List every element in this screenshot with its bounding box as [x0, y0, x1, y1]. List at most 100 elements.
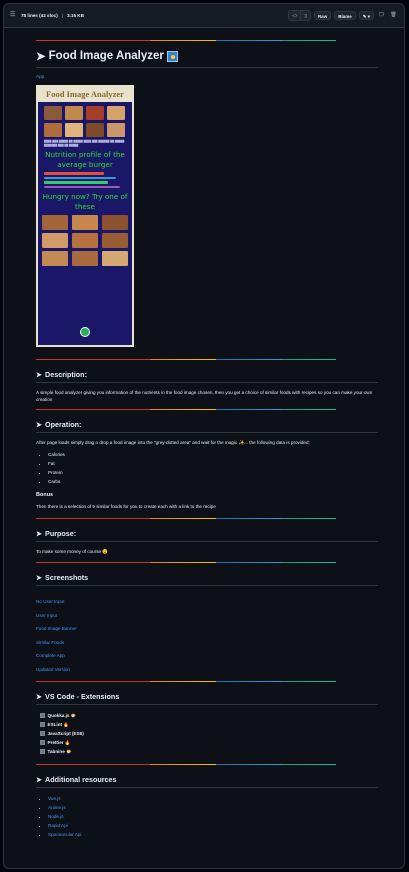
list-item: Prettier 🔥	[40, 738, 378, 747]
extension-name: JavaScript (ES6)	[47, 731, 84, 736]
page-title: ➤ Food Image Analyzer	[36, 49, 378, 68]
file-size: 3.15 KB	[67, 13, 84, 18]
resource-link[interactable]: Vue.js	[48, 796, 61, 801]
similar-foods-grid	[38, 212, 132, 269]
nutrient-list: Calories Fat Protein Carbs	[36, 450, 378, 486]
extension-name: Quokka.js 🐡	[47, 713, 77, 718]
similar-food-thumbnail	[72, 251, 98, 267]
screenshots-heading-text: Screenshots	[45, 573, 89, 582]
checkbox-icon	[40, 722, 45, 727]
screenshot-links: No User Input User Input Food Image Bann…	[36, 592, 378, 673]
checkbox-icon	[40, 740, 45, 745]
operation-text: After page loads simply drag n drop a fo…	[36, 440, 310, 445]
nutrition-bar	[44, 172, 104, 175]
resource-link[interactable]: Rapid Api	[48, 823, 68, 828]
similar-food-thumbnail	[42, 233, 68, 249]
toolbar-actions: <> ▯ Raw Blame ✎ ▾ ❐ 🗑	[288, 10, 398, 21]
vscode-heading: ➤ VS Code - Extensions	[36, 692, 378, 705]
nutrition-bar	[44, 176, 116, 180]
food-thumbnail	[44, 123, 62, 137]
arrow-icon: ➤	[36, 420, 43, 429]
list-item: Spoonacular Api	[48, 830, 378, 839]
preview-caption: ▓▓▓▓ ▓▓▓ ▓▓▓▓▓ ▓▓ ▓▓▓▓▓ ▓▓▓▓ ▓▓▓ ▓▓▓▓▓▓ …	[44, 140, 125, 147]
purpose-text: To make some money of course 😉	[36, 549, 109, 554]
resource-link[interactable]: Node.js	[48, 814, 64, 819]
resources-heading-text: Additional resources	[45, 775, 117, 784]
rainbow-divider	[36, 562, 336, 563]
resource-link[interactable]: Anime.js	[48, 805, 66, 810]
hungry-heading: Hungry now? Try one of these	[42, 192, 128, 212]
blame-button[interactable]: Blame	[334, 11, 356, 20]
resource-link[interactable]: Spoonacular Api	[48, 832, 81, 837]
similar-food-thumbnail	[102, 251, 128, 267]
nutrition-bar	[44, 181, 108, 184]
app-preview-image[interactable]: Food Image Analyzer ▓▓▓▓ ▓▓▓ ▓▓▓▓▓ ▓▓ ▓▓…	[36, 85, 134, 347]
list-item: Calories	[48, 450, 378, 459]
rainbow-divider	[36, 359, 336, 360]
bonus-text: Then there is a selection of 9 similar f…	[36, 504, 216, 509]
logo-icon	[80, 327, 90, 337]
screenshot-link[interactable]: Complete App	[36, 653, 65, 658]
nutrition-bar	[44, 185, 120, 189]
purpose-heading-text: Purpose:	[45, 529, 77, 538]
description-text: A simple food analyzer giving you inform…	[36, 390, 373, 402]
nutrition-bars	[38, 172, 132, 189]
preview-canvas: Food Image Analyzer ▓▓▓▓ ▓▓▓ ▓▓▓▓▓ ▓▓ ▓▓…	[38, 87, 132, 345]
food-thumbnail	[65, 123, 83, 137]
operation-heading: ➤ Operation:	[36, 420, 378, 433]
file-viewer: ☰ 78 lines (42 sloc) | 3.15 KB <> ▯ Raw …	[3, 3, 405, 869]
food-thumbnail-grid	[38, 102, 132, 137]
purpose-heading: ➤ Purpose:	[36, 529, 378, 542]
rainbow-divider	[36, 40, 336, 41]
file-toolbar: ☰ 78 lines (42 sloc) | 3.15 KB <> ▯ Raw …	[4, 4, 404, 28]
framed-picture-icon	[166, 50, 178, 62]
screenshot-link[interactable]: Similar Foods	[36, 640, 64, 645]
edit-pencil-icon[interactable]: ✎ ▾	[358, 11, 374, 20]
list-item: Vue.js	[48, 794, 378, 803]
list-item: JavaScript (ES6)	[40, 729, 378, 738]
screenshot-link[interactable]: No User Input	[36, 599, 64, 604]
vscode-heading-text: VS Code - Extensions	[45, 692, 120, 701]
similar-food-thumbnail	[102, 215, 128, 231]
view-toggle: <> ▯	[288, 10, 311, 21]
nutrition-heading: Nutrition profile of the average burger	[45, 150, 125, 170]
food-thumbnail	[107, 106, 125, 120]
similar-food-thumbnail	[42, 251, 68, 267]
screenshot-link[interactable]: User Input	[36, 613, 57, 618]
app-link[interactable]: App	[36, 74, 378, 79]
trash-icon[interactable]: 🗑	[389, 11, 398, 20]
arrow-icon: ➤	[36, 775, 43, 784]
arrow-icon: ➤	[36, 529, 43, 538]
food-thumbnail	[86, 106, 104, 120]
food-thumbnail	[65, 106, 83, 120]
arrow-icon: ➤	[36, 51, 46, 63]
resources-heading: ➤ Additional resources	[36, 775, 378, 788]
checkbox-icon	[40, 749, 45, 754]
checkbox-icon	[40, 731, 45, 736]
bonus-heading: Bonus	[36, 492, 54, 498]
description-heading-text: Description:	[45, 370, 87, 379]
preview-header: Food Image Analyzer	[38, 87, 132, 102]
list-item: Anime.js	[48, 803, 378, 812]
file-icon[interactable]: ▯	[300, 11, 310, 20]
screenshot-link[interactable]: Updated Version	[36, 667, 70, 672]
rainbow-divider	[36, 764, 336, 765]
arrow-icon: ➤	[36, 573, 43, 582]
list-icon[interactable]: ☰	[10, 12, 17, 19]
extension-name: Tabnine 🐡	[47, 749, 72, 754]
extension-name: Prettier 🔥	[47, 740, 71, 745]
extension-name: ESLint 🔥	[47, 722, 70, 727]
code-icon[interactable]: <>	[289, 11, 301, 20]
line-count: 78 lines (42 sloc)	[21, 13, 58, 18]
list-item: Node.js	[48, 812, 378, 821]
rainbow-divider	[36, 409, 336, 410]
screenshot-link[interactable]: Food Image Banner	[36, 626, 77, 631]
extension-list: Quokka.js 🐡 ESLint 🔥 JavaScript (ES6) Pr…	[36, 711, 378, 756]
list-item: Fat	[48, 459, 378, 468]
list-item: ESLint 🔥	[40, 720, 378, 729]
similar-food-thumbnail	[72, 233, 98, 249]
copy-icon[interactable]: ❐	[377, 11, 386, 20]
raw-button[interactable]: Raw	[313, 11, 332, 20]
title-text: Food Image Analyzer	[48, 50, 164, 62]
arrow-icon: ➤	[36, 370, 43, 379]
